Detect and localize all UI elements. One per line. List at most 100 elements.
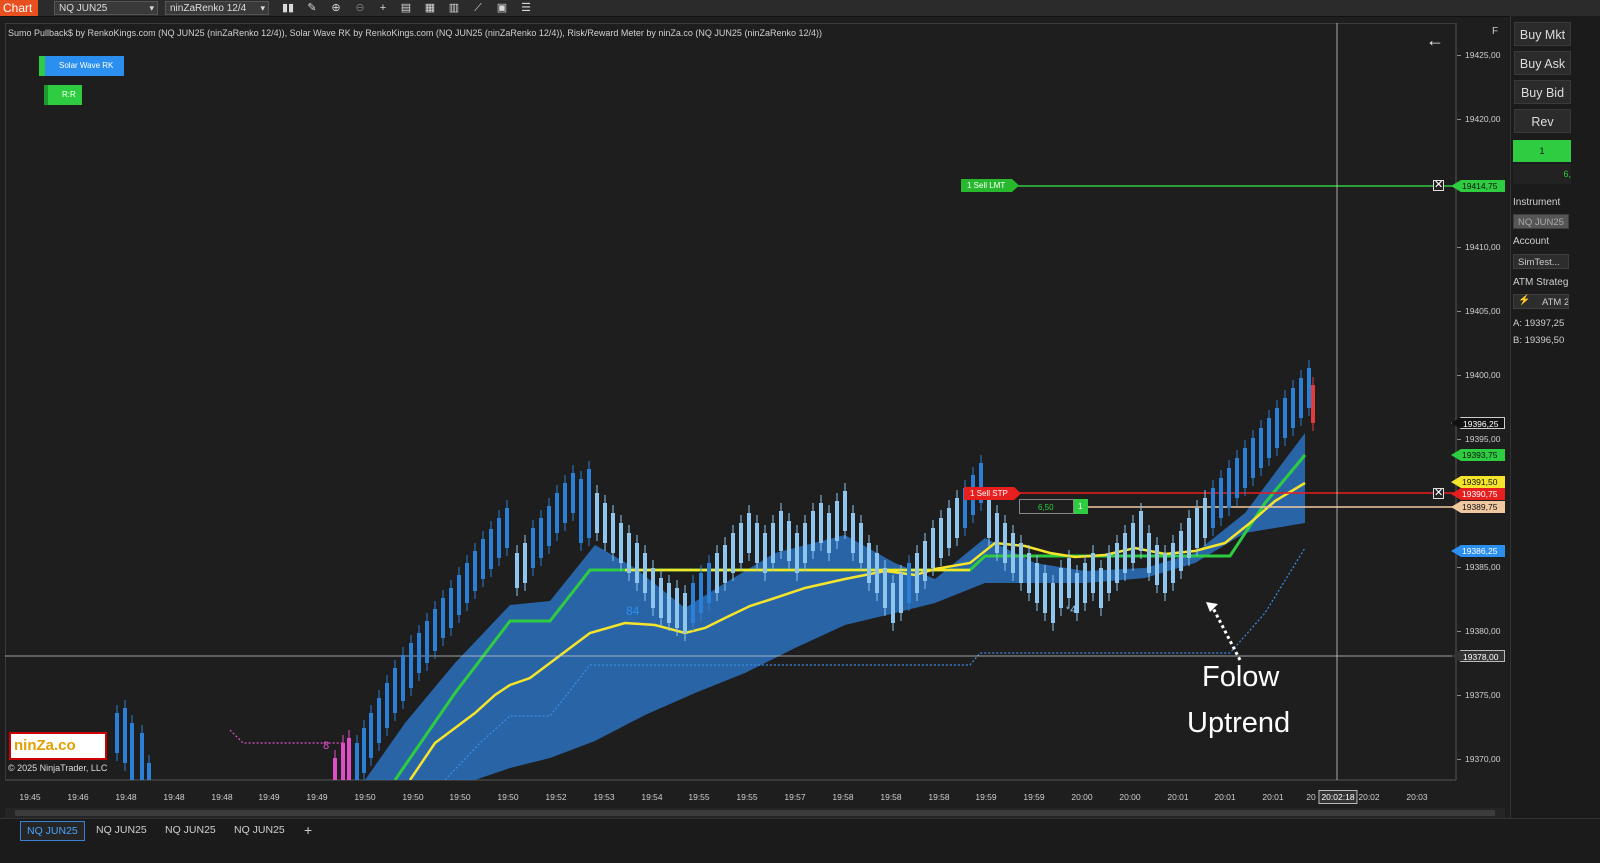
add-tab-button[interactable]: + <box>298 821 318 839</box>
position-qty-box[interactable]: 1 <box>1074 499 1088 514</box>
instrument-field[interactable]: NQ JUN25 <box>1513 214 1569 229</box>
zoom-out-icon[interactable]: ⊖ <box>352 1 368 15</box>
renko-bar <box>362 728 366 773</box>
renko-bar <box>1027 553 1031 593</box>
position-pnl: 6, <box>1513 164 1571 184</box>
scrollbar-thumb[interactable] <box>15 810 1495 816</box>
renko-bar <box>130 723 134 780</box>
renko-bar <box>1099 568 1103 608</box>
buy-market-button[interactable]: Buy Mkt <box>1514 22 1571 46</box>
properties-icon[interactable]: ▤ <box>398 1 414 15</box>
reverse-button[interactable]: Rev <box>1514 109 1571 133</box>
horizontal-scrollbar[interactable] <box>5 808 1505 818</box>
renko-bar <box>715 553 719 593</box>
instrument-label: Instrument <box>1513 197 1561 208</box>
object-list-icon[interactable]: ☰ <box>518 1 534 15</box>
x-axis-label: 19:49 <box>306 792 328 802</box>
renko-bar <box>595 493 599 533</box>
renko-bar <box>433 609 437 651</box>
crosshair-icon[interactable]: + <box>375 1 391 15</box>
renko-bar <box>907 563 911 603</box>
copyright-text: © 2025 NinjaTrader, LLC <box>8 763 108 773</box>
renko-bar <box>1211 488 1215 528</box>
renko-bar <box>1115 543 1119 583</box>
renko-bar <box>579 479 583 543</box>
draw-pencil-icon[interactable]: ✎ <box>304 1 320 15</box>
account-select[interactable]: SimTest... <box>1513 254 1569 269</box>
x-axis-label: 20 <box>1306 792 1316 802</box>
cancel-sell-lmt-close-icon[interactable]: ✕ <box>1433 180 1444 191</box>
y-tick <box>1457 631 1461 632</box>
time-axis[interactable]: 19:45 19:46 19:48 19:48 19:48 19:49 19:4… <box>5 780 1456 809</box>
x-axis-label: 19:59 <box>975 792 997 802</box>
renko-bar <box>995 513 999 553</box>
renko-bar <box>1291 388 1295 428</box>
y-tick <box>1457 695 1461 696</box>
data-box-icon[interactable]: ▦ <box>422 1 438 15</box>
renko-bar <box>1311 385 1315 423</box>
sell-lmt-order-tag[interactable]: 1 Sell LMT <box>961 179 1019 192</box>
renko-bar <box>755 523 759 563</box>
annotation-text-line2: Uptrend <box>1187 707 1291 739</box>
bar-type-selector[interactable]: ninZaRenko 12/4 ▾ <box>165 1 269 15</box>
renko-bar <box>843 491 847 531</box>
back-arrow-icon[interactable]: ← <box>1426 30 1444 51</box>
chart-tab-4[interactable]: NQ JUN25 <box>228 821 291 839</box>
renko-bar <box>691 583 695 623</box>
renko-bar <box>1187 518 1191 558</box>
zoom-in-icon[interactable]: ⊕ <box>328 1 344 15</box>
renko-bar <box>1235 458 1239 498</box>
renko-bar <box>473 551 477 591</box>
bar-type-icon[interactable]: ▮▮ <box>280 1 296 15</box>
renko-bar <box>739 523 743 563</box>
strategies-icon[interactable]: ▥ <box>446 1 462 15</box>
lightning-icon[interactable]: ⚡ <box>1518 295 1530 306</box>
renko-bar <box>1059 568 1063 608</box>
x-axis-label: 20:01 <box>1167 792 1189 802</box>
y-tick <box>1457 375 1461 376</box>
renko-bar <box>489 529 493 569</box>
chart-window-tab[interactable]: Chart <box>0 0 38 16</box>
renko-bar <box>523 543 527 583</box>
ninza-logo: ninZa.co <box>9 732 107 760</box>
buy-ask-button[interactable]: Buy Ask <box>1514 51 1571 75</box>
solar-wave-toggle-button[interactable]: Solar Wave RK <box>39 56 124 76</box>
chart-tab-2[interactable]: NQ JUN25 <box>90 821 153 839</box>
renko-bar <box>619 523 623 563</box>
renko-bar <box>835 501 839 541</box>
renko-bar <box>675 588 679 628</box>
renko-bar <box>1011 533 1015 573</box>
renko-bar <box>683 593 687 633</box>
indicators-icon[interactable]: ⟋ <box>470 1 486 15</box>
sell-stp-order-tag[interactable]: 1 Sell STP <box>964 487 1021 500</box>
cancel-sell-stp-close-icon[interactable]: ✕ <box>1433 488 1444 499</box>
x-axis-label: 20:01 <box>1262 792 1284 802</box>
templates-icon[interactable]: ▣ <box>494 1 510 15</box>
y-axis-label: 19425,00 <box>1465 50 1501 60</box>
chart-trader-f-label[interactable]: F <box>1492 26 1498 37</box>
instrument-selector[interactable]: NQ JUN25 ▾ <box>54 1 158 15</box>
indicator-title: Sumo Pullback$ by RenkoKings.com (NQ JUN… <box>8 28 822 38</box>
blue-level-price-box: 19386,25 <box>1451 545 1505 557</box>
renko-bar <box>611 513 615 553</box>
renko-bar <box>1275 408 1279 448</box>
buy-bid-button[interactable]: Buy Bid <box>1514 80 1571 104</box>
position-pnl-box[interactable]: 6,50 <box>1019 499 1074 514</box>
renko-bar <box>497 518 501 558</box>
rr-toggle-button[interactable]: R:R <box>44 85 82 105</box>
renko-bar <box>803 523 807 563</box>
bar-type-value: ninZaRenko 12/4 <box>170 3 247 14</box>
y-axis-label: 19395,00 <box>1465 434 1501 444</box>
x-axis-label: 19:55 <box>688 792 710 802</box>
chart-tab-3[interactable]: NQ JUN25 <box>159 821 222 839</box>
renko-bar <box>505 508 509 548</box>
renko-bar <box>385 683 389 728</box>
price-axis[interactable]: 19425,00 19420,00 19410,00 19405,00 1940… <box>1456 23 1507 780</box>
renko-bar <box>1307 368 1311 408</box>
renko-bar <box>571 473 575 513</box>
chart-tab-1[interactable]: NQ JUN25 <box>20 821 85 841</box>
renko-bar <box>401 655 405 701</box>
renko-bar <box>923 541 927 581</box>
chevron-down-icon: ▾ <box>260 3 265 13</box>
crosshair-time-box: 20:02:18 <box>1318 790 1358 804</box>
